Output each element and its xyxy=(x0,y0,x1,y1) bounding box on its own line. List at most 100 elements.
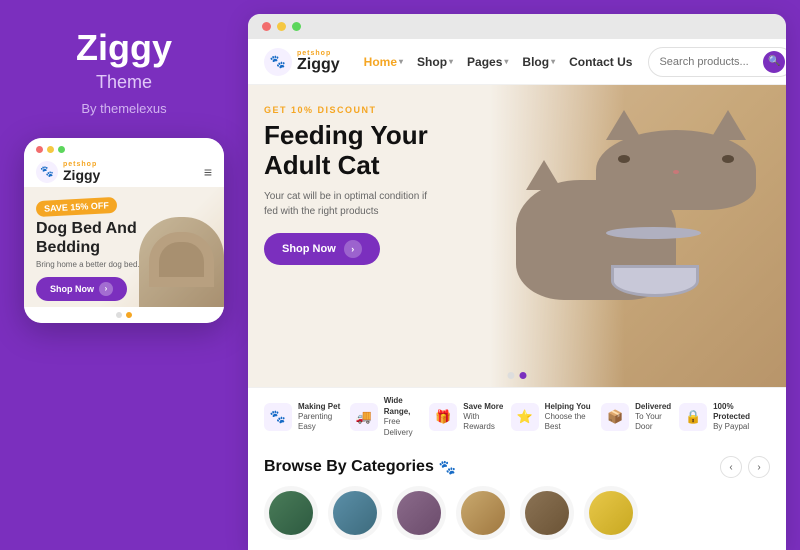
category-image-4 xyxy=(461,491,505,535)
mobile-logo-icon: 🐾 xyxy=(36,161,58,183)
nav-logo-text: petshop Ziggy xyxy=(297,50,340,73)
nav-links: Home ▾ Shop ▾ Pages ▾ Blog ▾ Contact Us xyxy=(364,55,633,69)
site-hero: GET 10% DISCOUNT Feeding Your Adult Cat … xyxy=(248,85,786,387)
mobile-dots-indicator xyxy=(24,307,224,323)
feature-item-5: 📦 Delivered To Your Door xyxy=(601,402,679,433)
hero-shop-now-button[interactable]: Shop Now › xyxy=(264,233,380,265)
browser-dot-green xyxy=(292,22,301,31)
hero-description: Your cat will be in optimal condition if… xyxy=(264,189,428,219)
nav-logo-icon: 🐾 xyxy=(264,48,292,76)
cat-ear-left xyxy=(526,160,562,190)
category-image-6 xyxy=(589,491,633,535)
category-image-2 xyxy=(333,491,377,535)
feature-icon-5: 📦 xyxy=(601,403,629,431)
categories-row xyxy=(264,486,770,540)
hero-dot-1[interactable] xyxy=(508,372,515,379)
hero-dot-2[interactable] xyxy=(520,372,527,379)
hero-title: Feeding Your Adult Cat xyxy=(264,121,428,181)
mobile-dot-red xyxy=(36,146,43,153)
feature-icon-2: 🚚 xyxy=(350,403,378,431)
nav-search[interactable]: 🔍 xyxy=(648,47,786,77)
feature-icon-4: ⭐ xyxy=(511,403,539,431)
category-circle-3 xyxy=(392,486,446,540)
feature-icon-6: 🔒 xyxy=(679,403,707,431)
cat-ear-left-head xyxy=(606,110,642,140)
browse-section: Browse By Categories 🐾 ‹ › xyxy=(248,446,786,550)
nav-link-home[interactable]: Home ▾ xyxy=(364,55,403,69)
hero-dots xyxy=(508,372,527,379)
mobile-save-badge: SAVE 15% OFF xyxy=(36,196,118,216)
nav-link-pages[interactable]: Pages ▾ xyxy=(467,55,508,69)
browser-bar xyxy=(248,14,786,39)
browse-header: Browse By Categories 🐾 ‹ › xyxy=(264,456,770,478)
chevron-down-icon: ▾ xyxy=(504,57,508,66)
category-item-6[interactable] xyxy=(584,486,638,540)
brand-by: By themelexus xyxy=(81,101,166,116)
mobile-menu-icon[interactable]: ≡ xyxy=(204,164,212,180)
chevron-down-icon: ▾ xyxy=(551,57,555,66)
search-button[interactable]: 🔍 xyxy=(763,51,785,73)
site-nav: 🐾 petshop Ziggy Home ▾ Shop ▾ Pages ▾ xyxy=(248,39,786,85)
category-circle-1 xyxy=(264,486,318,540)
brand-subtitle: Theme xyxy=(96,72,152,93)
shop-now-arrow-icon: › xyxy=(344,240,362,258)
category-item-3[interactable] xyxy=(392,486,446,540)
mobile-hero-sub: Bring home a better dog bed. xyxy=(36,260,146,269)
nav-logo-ziggy: Ziggy xyxy=(297,57,340,73)
nav-link-shop[interactable]: Shop ▾ xyxy=(417,55,453,69)
feature-text-4: Helping You Choose the Best xyxy=(545,402,601,433)
chevron-down-icon: ▾ xyxy=(449,57,453,66)
browser-dot-yellow xyxy=(277,22,286,31)
category-item-4[interactable] xyxy=(456,486,510,540)
mobile-indicator-dot-2 xyxy=(126,312,132,318)
mobile-shop-arrow-icon: › xyxy=(99,282,113,296)
cat-head xyxy=(596,130,756,210)
feature-item-6: 🔒 100% Protected By Paypal xyxy=(679,402,770,433)
mobile-dots xyxy=(36,146,65,153)
feature-item-3: 🎁 Save More With Rewards xyxy=(429,402,510,433)
feature-item-4: ⭐ Helping You Choose the Best xyxy=(511,402,601,433)
category-image-3 xyxy=(397,491,441,535)
cat-ear-right-head xyxy=(710,110,746,140)
feature-item-1: 🐾 Making Pet Parenting Easy xyxy=(264,402,350,433)
mobile-mockup: 🐾 petshop Ziggy ≡ SAVE 15% OFF Dog Bed A… xyxy=(24,138,224,323)
category-item-5[interactable] xyxy=(520,486,574,540)
cat-illustration xyxy=(456,90,756,310)
browser-dot-red xyxy=(262,22,271,31)
category-circle-6 xyxy=(584,486,638,540)
category-image-1 xyxy=(269,491,313,535)
mobile-logo-ziggy: Ziggy xyxy=(63,168,100,182)
feature-text-2: Wide Range, Free Delivery xyxy=(384,396,430,438)
feature-text-5: Delivered To Your Door xyxy=(635,402,679,433)
mobile-dot-yellow xyxy=(47,146,54,153)
feature-text-1: Making Pet Parenting Easy xyxy=(298,402,350,433)
mobile-logo-row: 🐾 petshop Ziggy ≡ xyxy=(24,157,224,187)
chevron-down-icon: ▾ xyxy=(399,57,403,66)
nav-link-contact[interactable]: Contact Us xyxy=(569,55,632,69)
nav-link-blog[interactable]: Blog ▾ xyxy=(522,55,555,69)
browse-title: Browse By Categories 🐾 xyxy=(264,458,456,476)
mobile-shop-now-button[interactable]: Shop Now › xyxy=(36,277,127,301)
right-panel: 🐾 petshop Ziggy Home ▾ Shop ▾ Pages ▾ xyxy=(248,14,786,550)
category-circle-5 xyxy=(520,486,574,540)
category-circle-4 xyxy=(456,486,510,540)
mobile-logo-text: petshop Ziggy xyxy=(63,161,100,182)
hero-content: GET 10% DISCOUNT Feeding Your Adult Cat … xyxy=(264,105,428,265)
category-item-1[interactable] xyxy=(264,486,318,540)
browse-next-button[interactable]: › xyxy=(748,456,770,478)
hero-discount-text: GET 10% DISCOUNT xyxy=(264,105,428,115)
search-input[interactable] xyxy=(659,56,759,68)
category-item-2[interactable] xyxy=(328,486,382,540)
browse-prev-button[interactable]: ‹ xyxy=(720,456,742,478)
browse-nav: ‹ › xyxy=(720,456,770,478)
feature-item-2: 🚚 Wide Range, Free Delivery xyxy=(350,396,430,438)
features-bar: 🐾 Making Pet Parenting Easy 🚚 Wide Range… xyxy=(248,387,786,446)
feature-icon-1: 🐾 xyxy=(264,403,292,431)
brand-title: Ziggy xyxy=(76,28,172,68)
mobile-hero: SAVE 15% OFF Dog Bed And Bedding Bring h… xyxy=(24,187,224,307)
paw-icon: 🐾 xyxy=(439,459,456,476)
feature-text-3: Save More With Rewards xyxy=(463,402,510,433)
mobile-indicator-dot-1 xyxy=(116,312,122,318)
category-circle-2 xyxy=(328,486,382,540)
feature-icon-3: 🎁 xyxy=(429,403,457,431)
